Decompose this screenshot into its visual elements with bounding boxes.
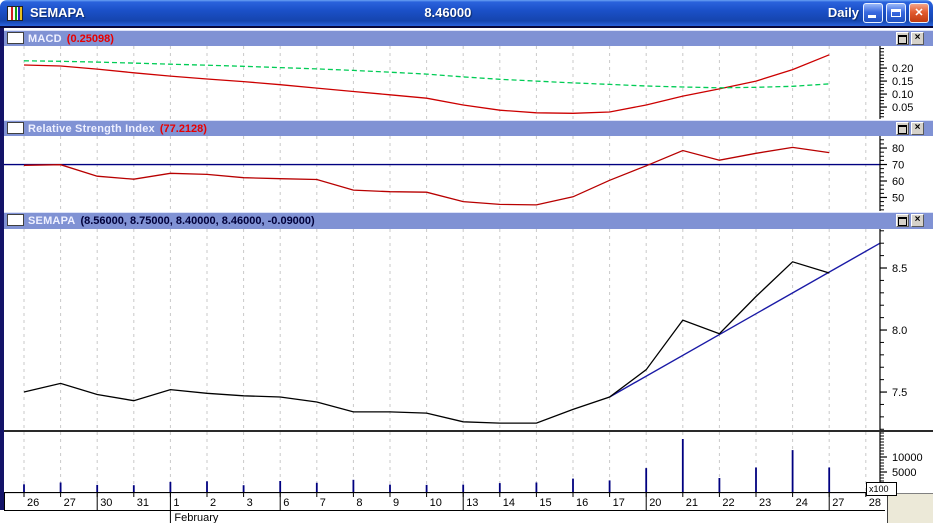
svg-text:50: 50 bbox=[892, 192, 904, 204]
svg-text:28: 28 bbox=[869, 497, 881, 509]
panel-box-icon[interactable] bbox=[7, 32, 24, 45]
svg-text:2: 2 bbox=[210, 497, 216, 509]
svg-text:8.5: 8.5 bbox=[892, 263, 907, 275]
minimize-button[interactable] bbox=[863, 3, 883, 23]
svg-text:10000: 10000 bbox=[892, 452, 923, 464]
panel-box-icon[interactable] bbox=[7, 122, 24, 135]
svg-text:0.05: 0.05 bbox=[892, 102, 913, 114]
chart-window: SEMAPA 8.46000 Daily ✕ MACD (0.25098) × 0… bbox=[0, 0, 933, 523]
svg-text:7: 7 bbox=[320, 497, 326, 509]
svg-text:10: 10 bbox=[430, 497, 442, 509]
svg-text:14: 14 bbox=[503, 497, 515, 509]
svg-text:26: 26 bbox=[27, 497, 39, 509]
svg-text:21: 21 bbox=[686, 497, 698, 509]
price-plot: 7.5 8.0 8.5 bbox=[4, 229, 933, 430]
window-corner bbox=[887, 493, 933, 523]
svg-text:31: 31 bbox=[137, 497, 149, 509]
svg-text:3: 3 bbox=[247, 497, 253, 509]
svg-text:February: February bbox=[174, 512, 219, 523]
svg-text:27: 27 bbox=[832, 497, 844, 509]
volume-plot: 5000 10000 bbox=[4, 432, 933, 492]
svg-text:17: 17 bbox=[613, 497, 625, 509]
rsi-panel-title: Relative Strength Index bbox=[28, 123, 155, 135]
svg-text:7.5: 7.5 bbox=[892, 387, 907, 399]
svg-text:23: 23 bbox=[759, 497, 771, 509]
periodicity-label: Daily bbox=[827, 5, 859, 20]
svg-text:5000: 5000 bbox=[892, 467, 916, 479]
macd-plot: 0.050.100.150.20 bbox=[4, 46, 933, 119]
svg-text:60: 60 bbox=[892, 176, 904, 188]
svg-text:22: 22 bbox=[722, 497, 734, 509]
svg-text:9: 9 bbox=[393, 497, 399, 509]
current-price: 8.46000 bbox=[424, 5, 472, 20]
price-panel-title: SEMAPA bbox=[28, 215, 76, 227]
window-title: SEMAPA bbox=[30, 5, 85, 20]
svg-text:27: 27 bbox=[64, 497, 76, 509]
svg-text:0.10: 0.10 bbox=[892, 89, 913, 101]
svg-text:16: 16 bbox=[576, 497, 588, 509]
svg-text:70: 70 bbox=[892, 160, 904, 172]
maximize-button[interactable] bbox=[886, 3, 906, 23]
svg-text:80: 80 bbox=[892, 143, 904, 155]
app-icon bbox=[7, 6, 23, 21]
svg-text:6: 6 bbox=[283, 497, 289, 509]
svg-text:8.0: 8.0 bbox=[892, 325, 907, 337]
svg-text:15: 15 bbox=[539, 497, 551, 509]
date-axis: 26 27 30 31 1 2 3 6 7 8 9 10 13 14 15 16 17 20 21 22 23 24 27 2… bbox=[4, 492, 933, 523]
svg-text:0.20: 0.20 bbox=[892, 63, 913, 75]
svg-text:8: 8 bbox=[356, 497, 362, 509]
panel-close-button[interactable]: × bbox=[911, 214, 924, 227]
svg-text:1: 1 bbox=[173, 497, 179, 509]
panel-maximize-button[interactable] bbox=[896, 214, 909, 227]
panel-close-button[interactable]: × bbox=[911, 32, 924, 45]
svg-text:24: 24 bbox=[796, 497, 808, 509]
panel-box-icon[interactable] bbox=[7, 214, 24, 227]
macd-panel-title: MACD bbox=[28, 33, 62, 45]
panel-close-button[interactable]: × bbox=[911, 122, 924, 135]
close-button[interactable]: ✕ bbox=[909, 3, 929, 23]
volume-unit-label: x100 bbox=[866, 482, 897, 496]
svg-text:30: 30 bbox=[100, 497, 112, 509]
title-bar[interactable]: SEMAPA 8.46000 Daily ✕ bbox=[0, 0, 933, 28]
rsi-value: (77.2128) bbox=[159, 123, 207, 135]
price-panel-header[interactable]: SEMAPA (8.56000, 8.75000, 8.40000, 8.4600… bbox=[4, 212, 933, 230]
macd-value: (0.25098) bbox=[66, 33, 114, 45]
svg-text:0.15: 0.15 bbox=[892, 76, 913, 88]
svg-text:13: 13 bbox=[466, 497, 478, 509]
price-ohlc-values: (8.56000, 8.75000, 8.40000, 8.46000, -0.… bbox=[80, 215, 315, 227]
rsi-plot: 50 60 70 80 bbox=[4, 136, 933, 211]
panel-maximize-button[interactable] bbox=[896, 122, 909, 135]
svg-text:20: 20 bbox=[649, 497, 661, 509]
panel-maximize-button[interactable] bbox=[896, 32, 909, 45]
